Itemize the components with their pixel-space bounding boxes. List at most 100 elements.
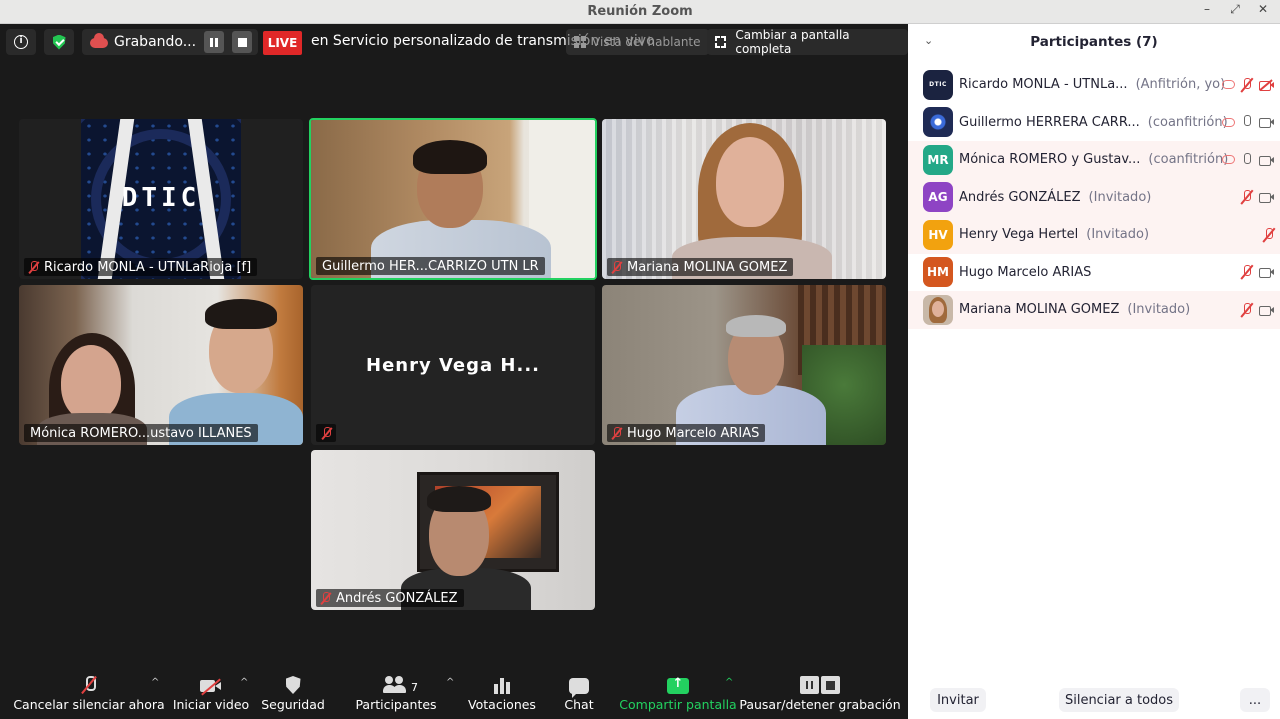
tile-nametag: Mariana MOLINA GOMEZ bbox=[607, 258, 794, 276]
mic-icon[interactable] bbox=[1241, 115, 1253, 129]
tile-nametag: Mónica ROMERO...ustavo ILLANES bbox=[24, 424, 258, 442]
stop-icon bbox=[237, 37, 247, 47]
video-feed bbox=[602, 119, 886, 279]
unmute-button[interactable]: Cancelar silenciar ahora bbox=[13, 671, 165, 719]
muted-mic-icon[interactable] bbox=[1241, 190, 1253, 204]
polls-label: Votaciones bbox=[468, 697, 536, 712]
participant-row[interactable]: MR Mónica ROMERO y Gustav... (coanfitrió… bbox=[908, 141, 1280, 179]
share-options-caret[interactable]: ^ bbox=[725, 677, 733, 688]
participant-row[interactable]: HM Hugo Marcelo ARIAS bbox=[908, 254, 1280, 292]
tile-nametag: Hugo Marcelo ARIAS bbox=[607, 424, 766, 442]
start-video-button[interactable]: Iniciar video bbox=[172, 671, 250, 719]
start-video-label: Iniciar video bbox=[172, 697, 250, 712]
video-icon[interactable] bbox=[1259, 267, 1275, 279]
video-tile-mariana[interactable]: Mariana MOLINA GOMEZ bbox=[602, 119, 886, 279]
tile-nametag: Guillermo HER...CARRIZO UTN LR bbox=[316, 257, 545, 275]
mic-icon[interactable] bbox=[1241, 152, 1253, 167]
meeting-area: i Grabando... LIVE en Servicio personali… bbox=[0, 24, 908, 719]
participants-label: Participantes bbox=[355, 697, 437, 712]
pause-stop-recording-label: Pausar/detener grabación bbox=[739, 697, 901, 712]
avatar-initials: AG bbox=[928, 190, 948, 205]
video-tile-ricardo[interactable]: DTIC Ricardo MONLA - UTNLaRioja [f] bbox=[19, 119, 303, 279]
participant-status-icons bbox=[1241, 254, 1275, 292]
polls-icon bbox=[494, 676, 510, 694]
video-icon[interactable] bbox=[1259, 192, 1275, 204]
muted-mic-icon bbox=[321, 426, 332, 440]
speaker-view-button[interactable]: Vista del hablante bbox=[566, 29, 709, 55]
muted-mic-icon bbox=[320, 591, 331, 605]
tile-name: Andrés GONZÁLEZ bbox=[336, 590, 458, 606]
participant-row[interactable]: DTIC Ricardo MONLA - UTNLa... (Anfitrión… bbox=[908, 66, 1280, 104]
participant-row[interactable]: Guillermo HERRERA CARR... (coanfitrión) bbox=[908, 104, 1280, 142]
muted-mic-icon[interactable] bbox=[1263, 227, 1275, 242]
minimize-icon[interactable]: – bbox=[1200, 2, 1214, 17]
video-options-caret[interactable]: ^ bbox=[240, 677, 248, 688]
avatar-initials: HM bbox=[927, 265, 949, 280]
video-tile-monica[interactable]: Mónica ROMERO...ustavo ILLANES bbox=[19, 285, 303, 445]
participant-status-icons bbox=[1222, 66, 1275, 104]
participant-name: Guillermo HERRERA CARR... bbox=[959, 114, 1140, 130]
chat-button[interactable]: Chat bbox=[560, 671, 598, 719]
meeting-info-button[interactable]: i bbox=[6, 29, 36, 55]
muted-mic-icon[interactable] bbox=[1241, 77, 1253, 92]
muted-mic-icon bbox=[611, 260, 622, 274]
security-label: Seguridad bbox=[261, 697, 325, 712]
cloud-record-icon bbox=[1222, 155, 1235, 165]
video-icon[interactable] bbox=[1259, 305, 1275, 316]
video-icon[interactable] bbox=[1259, 155, 1275, 166]
security-button[interactable]: Seguridad bbox=[261, 671, 325, 719]
pause-stop-recording-button[interactable]: Pausar/detener grabación bbox=[739, 671, 901, 719]
video-feed bbox=[602, 285, 886, 445]
participant-status-icons bbox=[1263, 216, 1275, 254]
participant-name: Hugo Marcelo ARIAS bbox=[959, 264, 1092, 280]
participants-button[interactable]: 7 Participantes bbox=[355, 671, 437, 719]
participant-status-icons bbox=[1241, 179, 1275, 217]
participant-row[interactable]: Mariana MOLINA GOMEZ (Invitado) bbox=[908, 291, 1280, 329]
muted-mic-icon[interactable] bbox=[1241, 265, 1253, 279]
video-tile-henry[interactable]: Henry Vega H... bbox=[311, 285, 595, 445]
maximize-icon[interactable]: ⤢ bbox=[1228, 2, 1242, 17]
tile-name: Guillermo HER...CARRIZO UTN LR bbox=[322, 258, 539, 274]
dtic-logo: DTIC bbox=[81, 119, 241, 279]
mute-all-button[interactable]: Silenciar a todos bbox=[1059, 688, 1179, 712]
pause-icon bbox=[210, 37, 218, 47]
polls-button[interactable]: Votaciones bbox=[468, 671, 536, 719]
pause-recording-button[interactable] bbox=[204, 31, 224, 53]
video-tile-hugo[interactable]: Hugo Marcelo ARIAS bbox=[602, 285, 886, 445]
video-tile-guillermo[interactable]: Guillermo HER...CARRIZO UTN LR bbox=[309, 118, 597, 280]
close-icon[interactable]: ✕ bbox=[1256, 2, 1270, 17]
tile-name: Mariana MOLINA GOMEZ bbox=[627, 259, 788, 275]
participant-name: Mónica ROMERO y Gustav... bbox=[959, 152, 1141, 168]
invite-button[interactable]: Invitar bbox=[930, 688, 986, 712]
participant-status-icons bbox=[1222, 141, 1275, 179]
participants-options-caret[interactable]: ^ bbox=[446, 677, 454, 688]
avatar-initials: MR bbox=[927, 152, 949, 167]
fullscreen-button[interactable]: Cambiar a pantalla completa bbox=[707, 28, 908, 56]
window-titlebar: Reunión Zoom – ⤢ ✕ bbox=[0, 0, 1280, 24]
participant-row[interactable]: HV Henry Vega Hertel (Invitado) bbox=[908, 216, 1280, 254]
avatar: AG bbox=[923, 182, 953, 213]
video-icon[interactable] bbox=[1259, 117, 1275, 129]
live-badge[interactable]: LIVE bbox=[263, 31, 302, 55]
more-options-button[interactable]: ... bbox=[1240, 688, 1270, 712]
avatar: MR bbox=[923, 144, 953, 175]
participant-status-icons bbox=[1222, 104, 1275, 142]
video-off-icon[interactable] bbox=[1259, 79, 1275, 91]
chat-label: Chat bbox=[564, 697, 594, 712]
tile-nametag bbox=[316, 424, 336, 442]
avatar: HV bbox=[923, 219, 953, 250]
stop-recording-button[interactable] bbox=[232, 31, 252, 53]
audio-options-caret[interactable]: ^ bbox=[151, 677, 159, 688]
encryption-button[interactable] bbox=[44, 29, 74, 55]
participant-role: (coanfitrión) bbox=[1147, 114, 1228, 130]
cloud-record-icon bbox=[90, 33, 108, 48]
participants-icon: 7 bbox=[383, 676, 418, 694]
tile-nametag: Andrés GONZÁLEZ bbox=[316, 589, 464, 607]
participant-name: Andrés GONZÁLEZ bbox=[959, 189, 1081, 205]
share-screen-button[interactable]: Compartir pantalla bbox=[619, 671, 736, 719]
video-tile-andres[interactable]: Andrés GONZÁLEZ bbox=[311, 450, 595, 610]
tile-name: Hugo Marcelo ARIAS bbox=[627, 425, 760, 441]
muted-mic-icon[interactable] bbox=[1241, 302, 1253, 317]
participant-row[interactable]: AG Andrés GONZÁLEZ (Invitado) bbox=[908, 178, 1280, 217]
unmute-label: Cancelar silenciar ahora bbox=[13, 697, 165, 712]
